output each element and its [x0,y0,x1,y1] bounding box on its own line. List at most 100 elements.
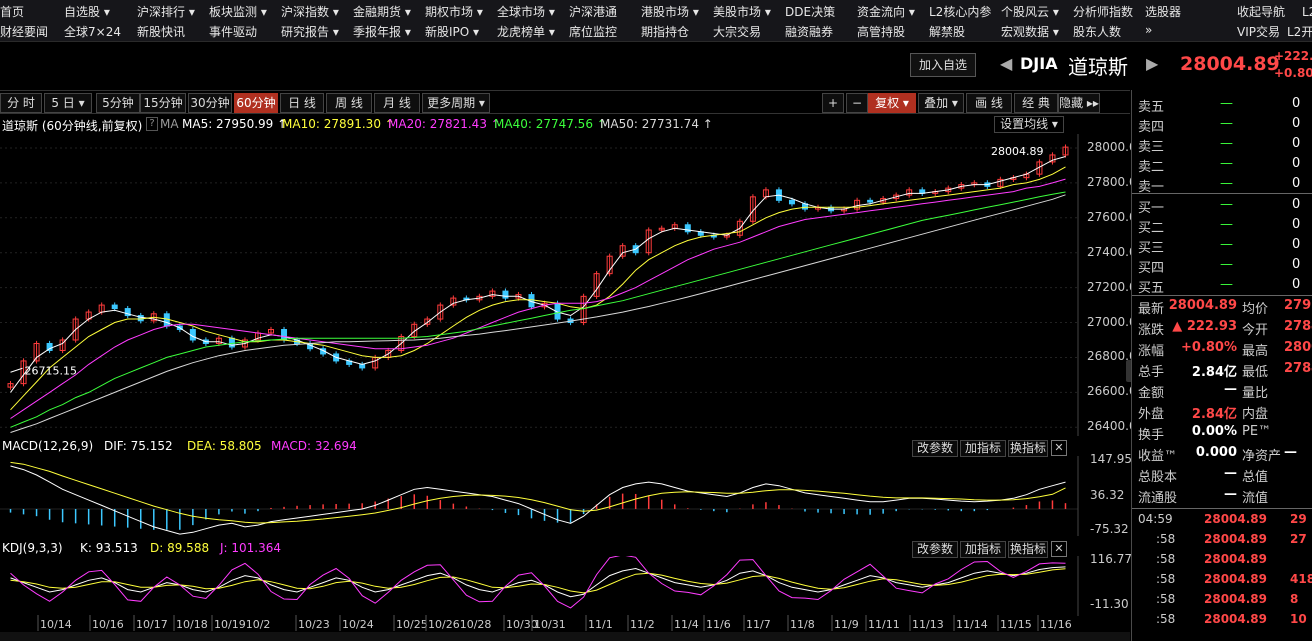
nav-item-r2[interactable]: L2开户 [1287,23,1312,40]
book-divider [1132,193,1312,194]
nav-item-r2[interactable]: » [1145,23,1152,37]
stat-label: 流值 [1242,491,1269,506]
nav-item-r1[interactable]: 全球市场 ▾ [497,3,555,20]
nav-item-r1[interactable]: 收起导航 [1237,3,1285,20]
period-tab[interactable]: 分 时 [0,93,42,113]
nav-item-r2[interactable]: 股东人数 [1073,23,1121,40]
kdj-button[interactable]: 加指标 [960,541,1006,558]
macd-chart[interactable] [0,456,1130,536]
kdj-button[interactable]: 改参数 [912,541,958,558]
nav-item-r2[interactable]: 龙虎榜单 ▾ [497,23,555,40]
toolbar-button[interactable]: 画 线 [966,93,1012,113]
date-label: 11/4 [674,618,699,631]
nav-item-r2[interactable]: VIP交易 [1237,23,1280,40]
period-tab[interactable]: 日 线 [280,93,324,113]
toolbar-button[interactable]: + [822,93,844,113]
bid-level[interactable]: 买五 — 0 [1132,275,1312,296]
toolbar-button[interactable]: 复权 ▾ [868,93,916,113]
nav-item-r1[interactable]: 美股市场 ▾ [713,3,771,20]
ask-level[interactable]: 卖二 — 0 [1132,154,1312,175]
nav-item-r2[interactable]: 席位监控 [569,23,617,40]
close-icon[interactable]: ✕ [1051,541,1067,557]
kdj-chart[interactable] [0,556,1130,616]
nav-item-r1[interactable]: 选股器 [1145,3,1181,20]
kdj-button[interactable]: 换指标 [1008,541,1048,558]
bid-level[interactable]: 买四 — 0 [1132,255,1312,276]
nav-item-r1[interactable]: 资金流向 ▾ [857,3,915,20]
period-tab[interactable]: 5 日 ▾ [44,93,92,113]
close-icon[interactable]: ✕ [1051,440,1067,456]
ask-level[interactable]: 卖一 —0 [1132,174,1312,195]
period-tab[interactable]: 更多周期 ▾ [422,93,490,113]
add-watchlist-button[interactable]: 加入自选 [910,53,976,77]
book-level-price: — [1220,116,1233,131]
nav-item-r1[interactable]: 沪深港通 [569,3,617,20]
indicator-tab-strip[interactable] [0,632,1130,641]
tick-price: 28004.89 [1204,612,1268,626]
period-tab[interactable]: 5分钟 [96,93,140,113]
period-tab[interactable]: 月 线 [374,93,420,113]
price-axis-label: 27400.0 [1087,244,1137,259]
date-label: 11/9 [834,618,859,631]
toolbar-button[interactable]: 叠加 ▾ [918,93,964,113]
bid-level[interactable]: 买一 — 0 [1132,195,1312,216]
macd-line-dif [10,465,1066,535]
period-tab[interactable]: 60分钟 [234,93,278,113]
nav-item-r1[interactable]: 港股市场 ▾ [641,3,699,20]
next-symbol-icon[interactable]: ▶ [1146,54,1158,73]
nav-item-r1[interactable]: DDE决策 [785,3,835,20]
period-tab[interactable]: 15分钟 [140,93,186,113]
nav-item-r2[interactable]: 事件驱动 [209,23,257,40]
stat-value: — [1224,466,1237,481]
nav-item-r2[interactable]: 融资融券 [785,23,833,40]
period-tab[interactable]: 周 线 [326,93,372,113]
price-chart[interactable]: 28004.89 26715.15 [0,134,1130,436]
bid-level[interactable]: 买二 — 0 [1132,215,1312,236]
date-label: 10/31 [534,618,566,631]
nav-item-r2[interactable]: 大宗交易 [713,23,761,40]
ma-label: MA [160,117,179,131]
ask-level[interactable]: 卖三 — 0 [1132,134,1312,155]
nav-item-r1[interactable]: 沪深排行 ▾ [137,3,195,20]
tick-volume: 8 [1290,592,1299,606]
stat-value: — [1224,382,1237,397]
nav-item-r2[interactable]: 期指持仓 [641,23,689,40]
nav-item-r2[interactable]: 季报年报 ▾ [353,23,411,40]
nav-item-r2[interactable]: 财经要闻 [0,23,48,40]
stat-row: 换手 0.00% PE™ [1132,422,1312,443]
stat-row: 涨跌 ▲ 222.93 今开 27843 [1132,317,1312,338]
change-value: +222.93 [1274,49,1312,63]
nav-item-r1[interactable]: 分析师指数 [1073,3,1133,20]
help-icon[interactable]: ? [146,117,158,131]
macd-button[interactable]: 加指标 [960,440,1006,457]
nav-item-r1[interactable]: L2核心内参 [929,3,991,20]
nav-item-r1[interactable]: 沪深指数 ▾ [281,3,339,20]
nav-item-r1[interactable]: 金融期货 ▾ [353,3,411,20]
nav-item-r1[interactable]: L2刷新 [1302,3,1312,20]
nav-item-r2[interactable]: 新股快讯 [137,23,185,40]
nav-item-r2[interactable]: 新股IPO ▾ [425,23,479,40]
nav-item-r2[interactable]: 高管持股 [857,23,905,40]
ask-level[interactable]: 卖四 — 0 [1132,114,1312,135]
book-level-price: — [1220,217,1233,232]
nav-item-r2[interactable]: 宏观数据 ▾ [1001,23,1059,40]
nav-item-r1[interactable]: 首页 [0,3,24,20]
bid-level[interactable]: 买三 — 0 [1132,235,1312,256]
ask-level[interactable]: 卖五 — 0 [1132,94,1312,115]
nav-item-r1[interactable]: 板块监测 ▾ [209,3,267,20]
nav-item-r2[interactable]: 研究报告 ▾ [281,23,339,40]
macd-button[interactable]: 改参数 [912,440,958,457]
tick-volume: 27 [1290,532,1307,546]
macd-button[interactable]: 换指标 [1008,440,1048,457]
toolbar-button[interactable]: − [846,93,868,113]
period-tab[interactable]: 30分钟 [188,93,232,113]
set-ma-button[interactable]: 设置均线 ▾ [994,116,1064,133]
prev-symbol-icon[interactable]: ◀ [1000,54,1012,73]
nav-item-r1[interactable]: 期权市场 ▾ [425,3,483,20]
toolbar-button[interactable]: 经 典 [1014,93,1058,113]
nav-item-r1[interactable]: 自选股 ▾ [64,3,110,20]
nav-item-r1[interactable]: 个股风云 ▾ [1001,3,1059,20]
toolbar-button[interactable]: 隐藏 ▸▸ [1058,93,1100,113]
nav-item-r2[interactable]: 解禁股 [929,23,965,40]
nav-item-r2[interactable]: 全球7×24 [64,23,121,40]
